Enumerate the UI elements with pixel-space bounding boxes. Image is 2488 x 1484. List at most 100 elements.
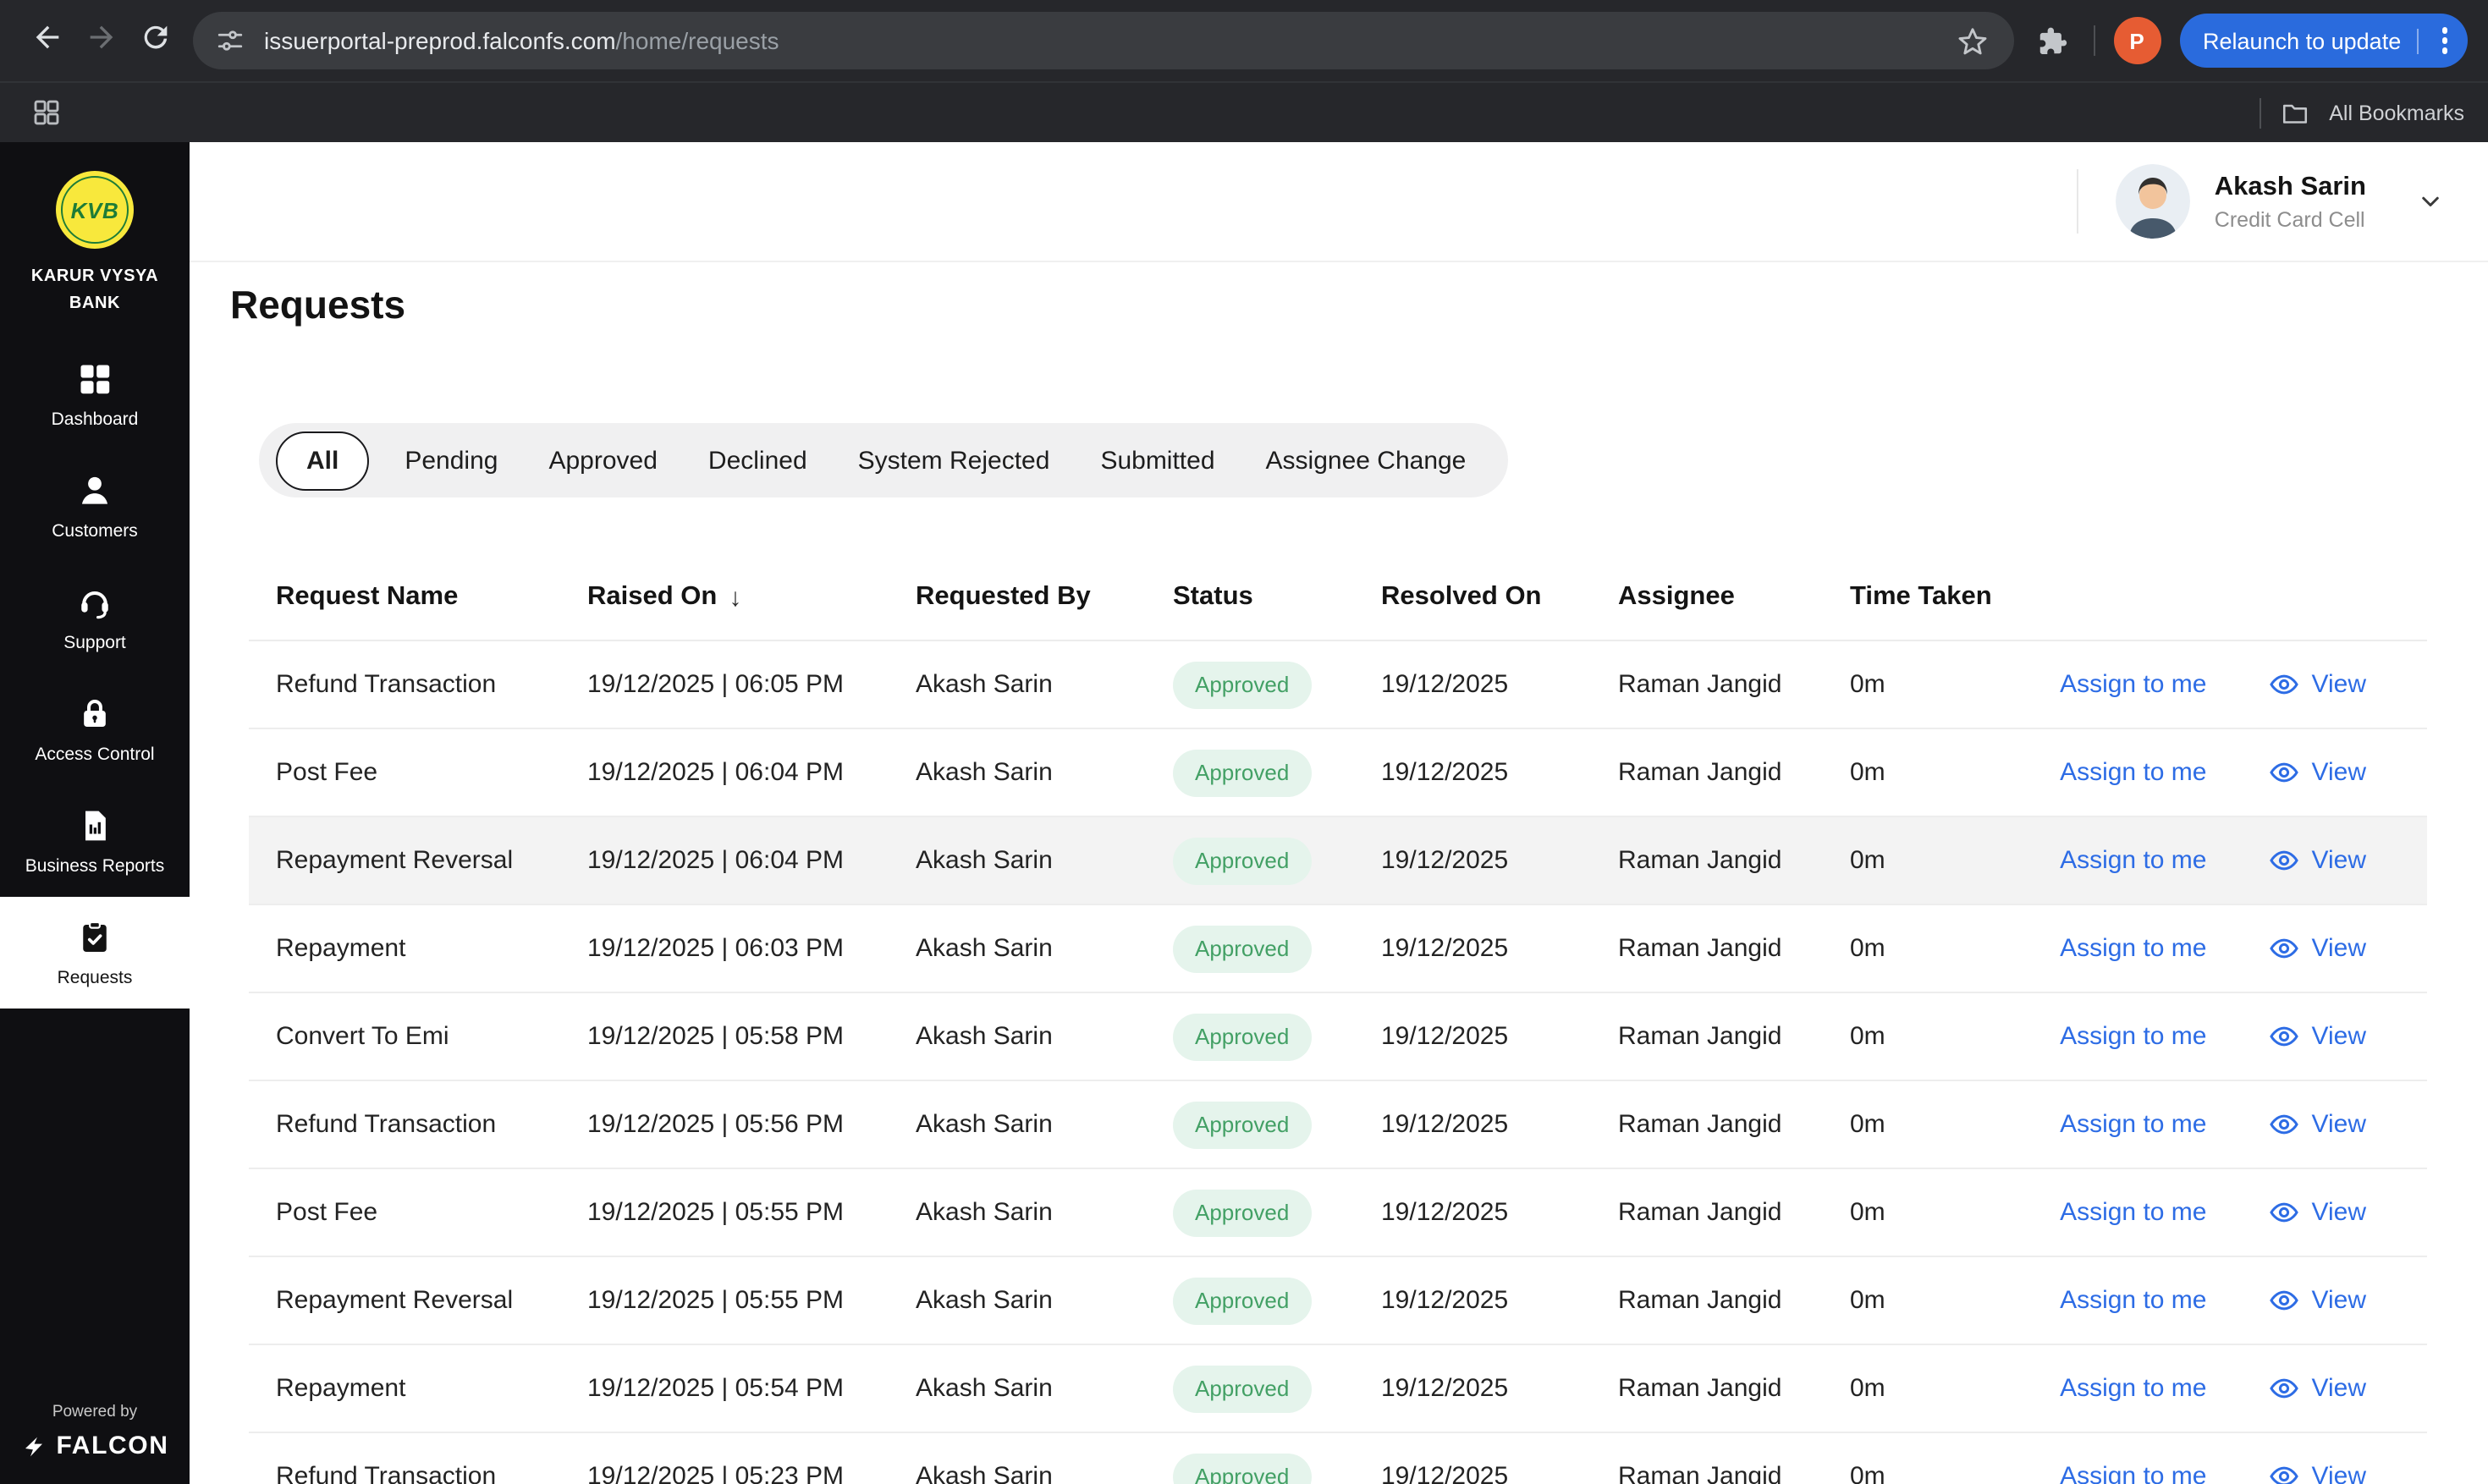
user-menu[interactable]: Akash Sarin Credit Card Cell xyxy=(2116,164,2447,239)
column-header-request-name: Request Name xyxy=(276,582,459,611)
request-name-cell: Convert To Emi xyxy=(276,1022,449,1051)
tab-approved[interactable]: Approved xyxy=(523,423,682,497)
view-link[interactable]: View xyxy=(2268,1196,2366,1228)
resolved-on-cell: 19/12/2025 xyxy=(1381,1286,1509,1315)
view-link[interactable]: View xyxy=(2268,1460,2366,1484)
filter-tabs: All Pending Approved Declined System Rejecte… xyxy=(259,423,1509,497)
tab-all[interactable]: All xyxy=(276,431,370,490)
back-button[interactable] xyxy=(20,14,74,68)
time-taken-cell: 0m xyxy=(1850,1462,1885,1484)
view-link[interactable]: View xyxy=(2268,756,2366,789)
tab-submitted[interactable]: Submitted xyxy=(1075,423,1240,497)
sidebar-item-label: Access Control xyxy=(35,745,155,765)
sidebar-item-access-control[interactable]: Access Control xyxy=(0,673,190,785)
actions-cell: Assign to me View xyxy=(2041,1284,2427,1316)
eye-icon xyxy=(2268,1284,2300,1316)
more-vert-icon[interactable] xyxy=(2433,27,2456,54)
view-link[interactable]: View xyxy=(2268,932,2366,965)
time-taken-cell: 0m xyxy=(1850,1286,1885,1315)
request-name-cell: Repayment Reversal xyxy=(276,846,514,875)
status-cell: Approved xyxy=(1173,837,1381,884)
assign-to-me-link[interactable]: Assign to me xyxy=(2060,670,2206,699)
assign-to-me-link[interactable]: Assign to me xyxy=(2060,1462,2206,1484)
requested-by-cell: Akash Sarin xyxy=(916,1110,1053,1139)
relaunch-label: Relaunch to update xyxy=(2203,28,2402,53)
sidebar-item-dashboard[interactable]: Dashboard xyxy=(0,338,190,450)
sidebar-item-support[interactable]: Support xyxy=(0,562,190,673)
assign-to-me-link[interactable]: Assign to me xyxy=(2060,758,2206,787)
eye-icon xyxy=(2268,844,2300,877)
actions-cell: Assign to me View xyxy=(2041,1020,2427,1053)
table-row: Repayment 19/12/2025 | 05:54 PM Akash Sari… xyxy=(249,1345,2427,1433)
eye-icon xyxy=(2268,668,2300,701)
request-name-cell: Refund Transaction xyxy=(276,1110,497,1139)
column-header-assignee: Assignee xyxy=(1618,582,1735,611)
raised-on-cell: 19/12/2025 | 06:05 PM xyxy=(587,670,845,699)
dashboard-icon xyxy=(74,359,115,399)
status-badge: Approved xyxy=(1173,1453,1312,1484)
forward-button[interactable] xyxy=(74,14,129,68)
assign-to-me-link[interactable]: Assign to me xyxy=(2060,1110,2206,1139)
sidebar-item-requests[interactable]: Requests xyxy=(0,897,190,1009)
sidebar-item-label: Customers xyxy=(52,521,138,541)
reload-icon xyxy=(139,19,173,62)
view-link[interactable]: View xyxy=(2268,844,2366,877)
extensions-icon[interactable] xyxy=(2030,19,2074,63)
sidebar-item-label: Dashboard xyxy=(51,409,139,430)
bookmark-star-icon[interactable] xyxy=(1952,20,1993,61)
assignee-cell: Raman Jangid xyxy=(1618,1022,1782,1051)
status-cell: Approved xyxy=(1173,1365,1381,1412)
sidebar-item-business-reports[interactable]: Business Reports xyxy=(0,785,190,897)
request-name-cell: Repayment Reversal xyxy=(276,1286,514,1315)
status-badge: Approved xyxy=(1173,1365,1312,1412)
status-cell: Approved xyxy=(1173,925,1381,972)
view-link[interactable]: View xyxy=(2268,1372,2366,1404)
sidebar-item-label: Requests xyxy=(57,968,133,988)
tab-pending[interactable]: Pending xyxy=(379,423,523,497)
falcon-logo: FALCON xyxy=(21,1432,169,1460)
assign-to-me-link[interactable]: Assign to me xyxy=(2060,1198,2206,1227)
resolved-on-cell: 19/12/2025 xyxy=(1381,1198,1509,1227)
tab-assignee-change[interactable]: Assignee Change xyxy=(1241,423,1492,497)
requested-by-cell: Akash Sarin xyxy=(916,1022,1053,1051)
table-row: Post Fee 19/12/2025 | 05:55 PM Akash Sarin… xyxy=(249,1169,2427,1257)
view-link[interactable]: View xyxy=(2268,1108,2366,1140)
assignee-cell: Raman Jangid xyxy=(1618,1286,1782,1315)
assign-to-me-link[interactable]: Assign to me xyxy=(2060,1374,2206,1403)
report-icon xyxy=(74,805,115,846)
tab-declined[interactable]: Declined xyxy=(683,423,833,497)
sidebar-nav: Dashboard Customers Support Access Control B… xyxy=(0,338,190,1009)
request-name-cell: Refund Transaction xyxy=(276,1462,497,1484)
apps-grid-icon[interactable] xyxy=(24,91,68,135)
assign-to-me-link[interactable]: Assign to me xyxy=(2060,1286,2206,1315)
user-name: Akash Sarin xyxy=(2214,172,2366,201)
browser-profile-avatar[interactable]: P xyxy=(2113,17,2161,64)
toolbar-divider xyxy=(2093,25,2095,56)
sidebar-item-customers[interactable]: Customers xyxy=(0,450,190,562)
chevron-down-icon[interactable] xyxy=(2414,184,2447,218)
user-role: Credit Card Cell xyxy=(2214,207,2365,231)
bank-name: KARUR VYSYA BANK xyxy=(30,267,159,312)
view-link[interactable]: View xyxy=(2268,1020,2366,1053)
view-link[interactable]: View xyxy=(2268,1284,2366,1316)
requested-by-cell: Akash Sarin xyxy=(916,1462,1053,1484)
back-icon xyxy=(30,19,64,62)
all-bookmarks-button[interactable]: All Bookmarks xyxy=(2329,101,2464,124)
assign-to-me-link[interactable]: Assign to me xyxy=(2060,846,2206,875)
view-link[interactable]: View xyxy=(2268,668,2366,701)
relaunch-to-update-button[interactable]: Relaunch to update xyxy=(2179,14,2468,68)
actions-cell: Assign to me View xyxy=(2041,668,2427,701)
site-settings-icon[interactable] xyxy=(213,24,247,58)
address-bar[interactable]: issuerportal-preprod.falconfs.com/home/r… xyxy=(193,12,2014,69)
column-header-time-taken: Time Taken xyxy=(1850,582,1992,611)
reload-button[interactable] xyxy=(129,14,183,68)
forward-icon xyxy=(85,19,118,62)
bank-logo-block: KVB KARUR VYSYA BANK xyxy=(0,142,190,316)
tab-system-rejected[interactable]: System Rejected xyxy=(833,423,1076,497)
assign-to-me-link[interactable]: Assign to me xyxy=(2060,1022,2206,1051)
assignee-cell: Raman Jangid xyxy=(1618,1374,1782,1403)
falcon-glyph-icon xyxy=(25,1436,43,1456)
assign-to-me-link[interactable]: Assign to me xyxy=(2060,934,2206,963)
column-header-raised-on[interactable]: Raised On ↓ xyxy=(587,582,916,613)
sort-desc-icon: ↓ xyxy=(729,583,742,612)
